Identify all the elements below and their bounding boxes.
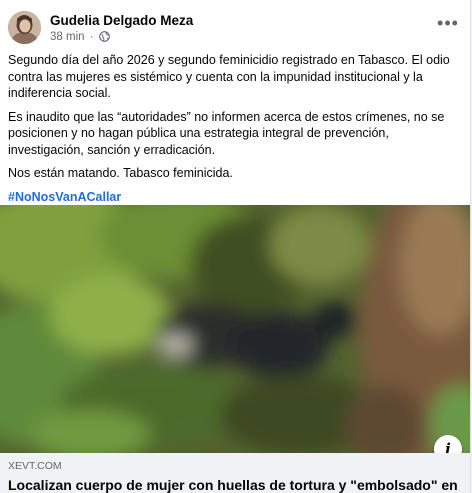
link-preview-image[interactable]: i xyxy=(0,205,470,453)
blurred-forest-image xyxy=(0,205,470,453)
post-body: Segundo día del año 2026 y segundo femin… xyxy=(8,52,464,212)
more-options-icon[interactable]: ••• xyxy=(436,14,460,36)
post-paragraph: Es inaudito que las “autoridades” no inf… xyxy=(8,109,445,157)
hashtag-link[interactable]: #NoNosVanACallar xyxy=(8,190,121,204)
link-title[interactable]: Localizan cuerpo de mujer con huellas de… xyxy=(8,477,458,493)
link-domain: XEVT.COM xyxy=(8,460,62,472)
post-card: Gudelia Delgado Meza 38 min · ••• Segund… xyxy=(0,0,471,493)
post-time[interactable]: 38 min xyxy=(50,31,85,43)
meta-separator: · xyxy=(89,31,94,43)
post-paragraph: Nos están matando. Tabasco feminicida. xyxy=(8,166,233,180)
author-avatar[interactable] xyxy=(8,11,41,44)
author-name[interactable]: Gudelia Delgado Meza xyxy=(50,13,193,28)
avatar-photo-icon xyxy=(8,11,41,44)
link-preview-box[interactable]: XEVT.COM Localizan cuerpo de mujer con h… xyxy=(0,453,470,493)
post-hashtag-line: #NoNosVanACallar xyxy=(8,189,464,206)
post-paragraph: Segundo día del año 2026 y segundo femin… xyxy=(8,53,450,100)
post-meta: 38 min · xyxy=(50,31,110,45)
globe-icon xyxy=(98,31,110,45)
post-header: Gudelia Delgado Meza 38 min · ••• xyxy=(8,10,464,46)
